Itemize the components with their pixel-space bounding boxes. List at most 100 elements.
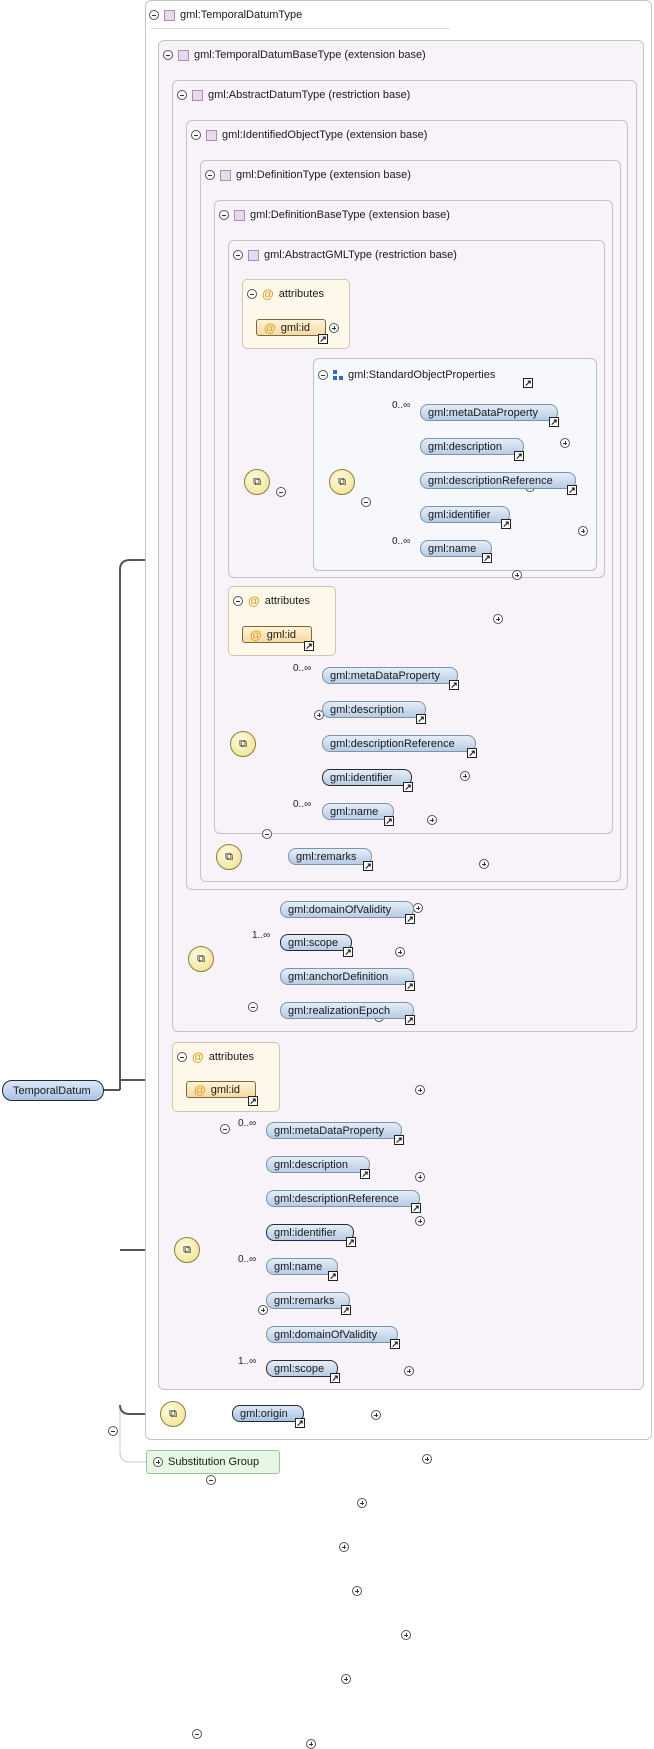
link-arrow-icon[interactable]: ↗	[501, 519, 511, 529]
element-description[interactable]: gml:description	[420, 438, 524, 455]
link-arrow-icon[interactable]: ↗	[449, 680, 459, 690]
link-arrow-icon[interactable]: ↗	[482, 553, 492, 563]
expand-icon[interactable]	[512, 570, 522, 580]
element-metadata-property[interactable]: gml:metaDataProperty	[420, 404, 558, 421]
collapse-icon[interactable]	[233, 596, 243, 606]
element-description-reference[interactable]: gml:descriptionReference	[266, 1190, 420, 1207]
root-element[interactable]: TemporalDatum	[2, 1080, 104, 1101]
element-domain-of-validity[interactable]: gml:domainOfValidity	[266, 1326, 398, 1343]
expand-icon[interactable]	[560, 438, 570, 448]
element-anchor-definition[interactable]: gml:anchorDefinition	[280, 968, 414, 985]
expand-icon[interactable]	[578, 526, 588, 536]
link-arrow-icon[interactable]: ↗	[567, 485, 577, 495]
link-arrow-icon[interactable]: ↗	[330, 1373, 340, 1383]
attribute-id[interactable]: @ gml:id	[186, 1081, 256, 1098]
expand-icon[interactable]	[371, 1410, 381, 1420]
expand-icon[interactable]	[460, 771, 470, 781]
link-arrow-icon[interactable]: ↗	[341, 1305, 351, 1315]
link-arrow-icon[interactable]: ↗	[405, 981, 415, 991]
element-metadata-property[interactable]: gml:metaDataProperty	[266, 1122, 402, 1139]
link-arrow-icon[interactable]: ↗	[549, 417, 559, 427]
expand-icon[interactable]	[352, 1586, 362, 1596]
expand-icon[interactable]	[258, 1305, 268, 1315]
element-identifier[interactable]: gml:identifier	[420, 506, 510, 523]
sequence-compositor-icon[interactable]: ⧉	[230, 731, 256, 757]
link-arrow-icon[interactable]: ↗	[467, 748, 477, 758]
link-arrow-icon[interactable]: ↗	[405, 1015, 415, 1025]
substitution-group[interactable]: Substitution Group	[146, 1450, 280, 1474]
link-arrow-icon[interactable]: ↗	[514, 451, 524, 461]
expand-icon[interactable]	[306, 1739, 316, 1749]
expand-icon[interactable]	[329, 323, 339, 333]
sequence-compositor-icon[interactable]: ⧉	[216, 844, 242, 870]
sequence-compositor-icon[interactable]: ⧉	[174, 1237, 200, 1263]
collapse-icon[interactable]	[276, 487, 286, 497]
link-arrow-icon[interactable]: ↗	[523, 378, 533, 388]
collapse-icon[interactable]	[177, 90, 187, 100]
collapse-icon[interactable]	[247, 289, 257, 299]
element-identifier[interactable]: gml:identifier	[266, 1224, 354, 1241]
element-metadata-property[interactable]: gml:metaDataProperty	[322, 667, 458, 684]
expand-icon[interactable]	[493, 614, 503, 624]
expand-icon[interactable]	[357, 1498, 367, 1508]
collapse-icon[interactable]	[219, 210, 229, 220]
element-identifier[interactable]: gml:identifier	[322, 769, 412, 786]
sequence-compositor-icon[interactable]: ⧉	[329, 469, 355, 495]
element-realization-epoch[interactable]: gml:realizationEpoch	[280, 1002, 414, 1019]
link-arrow-icon[interactable]: ↗	[343, 947, 353, 957]
element-description-reference[interactable]: gml:descriptionReference	[322, 735, 476, 752]
link-arrow-icon[interactable]: ↗	[360, 1169, 370, 1179]
element-remarks[interactable]: gml:remarks	[288, 848, 372, 865]
sequence-compositor-icon[interactable]: ⧉	[244, 469, 270, 495]
expand-icon[interactable]	[404, 1366, 414, 1376]
link-arrow-icon[interactable]: ↗	[394, 1135, 404, 1145]
element-description[interactable]: gml:description	[322, 701, 426, 718]
collapse-icon[interactable]	[205, 170, 215, 180]
element-remarks[interactable]: gml:remarks	[266, 1292, 350, 1309]
collapse-icon[interactable]	[108, 1426, 118, 1436]
link-arrow-icon[interactable]: ↗	[304, 641, 314, 651]
collapse-icon[interactable]	[177, 1052, 187, 1062]
link-arrow-icon[interactable]: ↗	[248, 1096, 258, 1106]
link-arrow-icon[interactable]: ↗	[295, 1418, 305, 1428]
link-arrow-icon[interactable]: ↗	[390, 1339, 400, 1349]
link-arrow-icon[interactable]: ↗	[384, 816, 394, 826]
element-scope[interactable]: gml:scope	[266, 1360, 338, 1377]
collapse-icon[interactable]	[318, 370, 328, 380]
link-arrow-icon[interactable]: ↗	[416, 714, 426, 724]
collapse-icon[interactable]	[149, 10, 159, 20]
sequence-compositor-icon[interactable]: ⧉	[160, 1401, 186, 1427]
expand-icon[interactable]	[341, 1674, 351, 1684]
element-description-reference[interactable]: gml:descriptionReference	[420, 472, 576, 489]
element-domain-of-validity[interactable]: gml:domainOfValidity	[280, 901, 414, 918]
link-arrow-icon[interactable]: ↗	[403, 782, 413, 792]
collapse-icon[interactable]	[220, 1124, 230, 1134]
attribute-id[interactable]: @ gml:id	[242, 626, 312, 643]
expand-icon[interactable]	[415, 1216, 425, 1226]
expand-icon[interactable]	[479, 859, 489, 869]
link-arrow-icon[interactable]: ↗	[363, 861, 373, 871]
collapse-icon[interactable]	[248, 1002, 258, 1012]
element-description[interactable]: gml:description	[266, 1156, 370, 1173]
attribute-id[interactable]: @ gml:id	[256, 319, 326, 336]
link-arrow-icon[interactable]: ↗	[405, 914, 415, 924]
element-scope[interactable]: gml:scope	[280, 934, 352, 951]
link-arrow-icon[interactable]: ↗	[318, 334, 328, 344]
expand-icon[interactable]	[415, 1172, 425, 1182]
expand-icon[interactable]	[415, 1085, 425, 1095]
link-arrow-icon[interactable]: ↗	[346, 1237, 356, 1247]
sequence-compositor-icon[interactable]: ⧉	[188, 946, 214, 972]
collapse-icon[interactable]	[163, 50, 173, 60]
expand-icon[interactable]	[413, 903, 423, 913]
expand-icon[interactable]	[395, 947, 405, 957]
expand-icon[interactable]	[153, 1457, 163, 1467]
collapse-icon[interactable]	[192, 1729, 202, 1739]
element-origin[interactable]: gml:origin	[232, 1405, 304, 1422]
link-arrow-icon[interactable]: ↗	[328, 1271, 338, 1281]
collapse-icon[interactable]	[361, 497, 371, 507]
link-arrow-icon[interactable]: ↗	[411, 1203, 421, 1213]
expand-icon[interactable]	[422, 1454, 432, 1464]
collapse-icon[interactable]	[233, 250, 243, 260]
collapse-icon[interactable]	[191, 130, 201, 140]
collapse-icon[interactable]	[206, 1475, 216, 1485]
